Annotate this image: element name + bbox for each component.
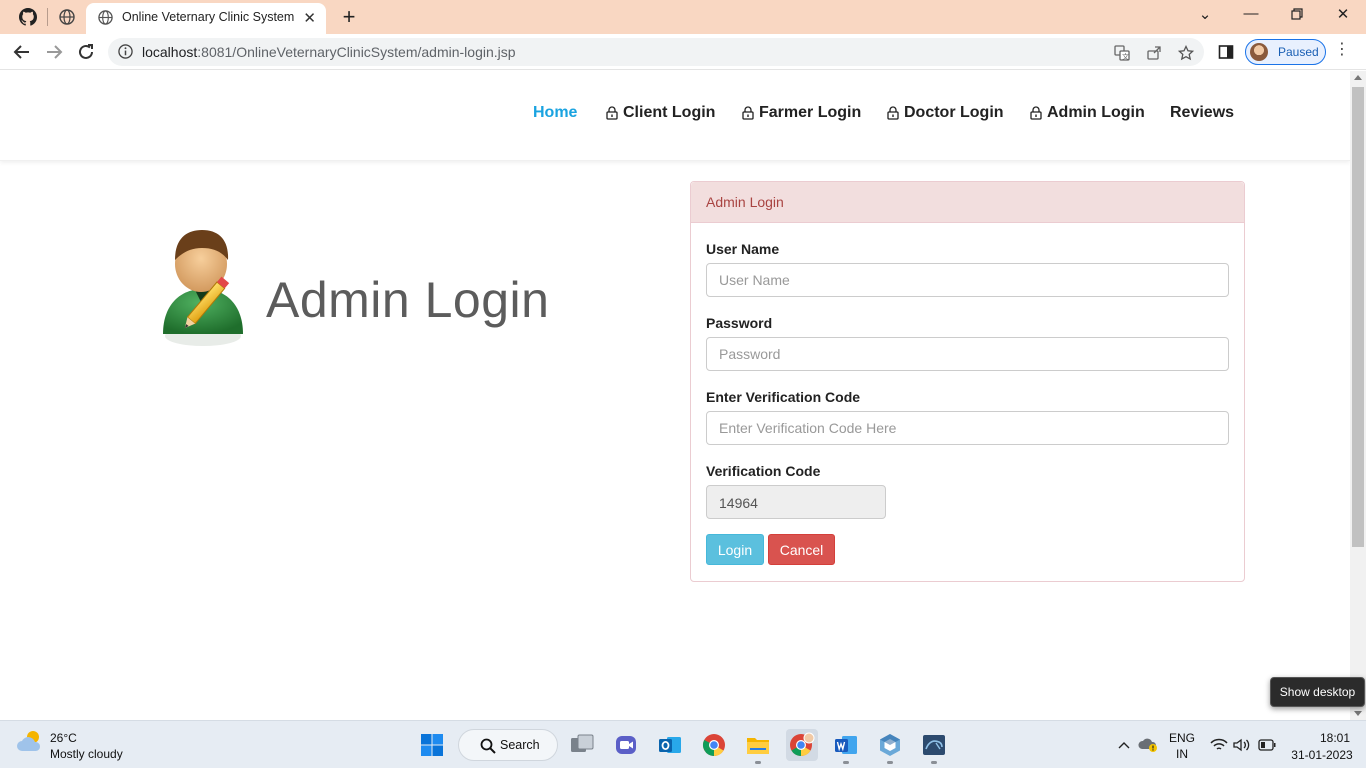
share-icon[interactable]	[1145, 44, 1163, 62]
page-scrollbar[interactable]	[1350, 71, 1366, 720]
translate-icon[interactable]: 文	[1113, 44, 1131, 62]
chevron-up-icon[interactable]	[1114, 729, 1134, 761]
site-navbar: Home Client Login Farmer Login Doctor Lo…	[0, 71, 1350, 161]
volume-icon[interactable]	[1231, 729, 1253, 761]
onedrive-warning-icon[interactable]	[1136, 729, 1160, 761]
admin-login-hero: Admin Login	[155, 216, 555, 351]
username-input[interactable]	[706, 263, 1229, 297]
nav-home-label: Home	[533, 104, 578, 121]
taskbar-search[interactable]: Search	[458, 729, 558, 761]
mysql-workbench-icon[interactable]	[918, 729, 950, 764]
nav-doctor-login-label: Doctor Login	[904, 104, 1004, 121]
profile-status-label: Paused	[1278, 45, 1319, 59]
url-text: localhost:8081/OnlineVeternaryClinicSyst…	[142, 44, 516, 60]
browser-menu-icon[interactable]: ⋮	[1334, 42, 1350, 58]
search-icon	[480, 738, 496, 754]
wifi-icon[interactable]	[1208, 729, 1230, 761]
address-bar[interactable]: localhost:8081/OnlineVeternaryClinicSyst…	[108, 38, 1204, 66]
bookmark-star-icon[interactable]	[1177, 44, 1195, 62]
language-code: ENG	[1168, 731, 1195, 745]
start-windows-icon[interactable]	[416, 729, 448, 761]
verification-code-value: 14964	[706, 485, 886, 519]
chrome-icon[interactable]	[698, 729, 730, 761]
nav-farmer-login[interactable]: Farmer Login	[742, 104, 861, 122]
word-icon[interactable]	[830, 729, 862, 764]
clock[interactable]: 18:01 31-01-2023	[1288, 731, 1356, 762]
nav-reviews-label: Reviews	[1170, 104, 1235, 121]
clock-time: 18:01	[1319, 731, 1350, 745]
page-viewport: Home Client Login Farmer Login Doctor Lo…	[0, 71, 1350, 720]
side-panel-icon[interactable]	[1214, 40, 1238, 64]
clock-date: 31-01-2023	[1291, 748, 1353, 762]
scroll-up-arrow-icon[interactable]	[1354, 75, 1362, 80]
browser-toolbar: localhost:8081/OnlineVeternaryClinicSyst…	[0, 34, 1366, 70]
restore-icon[interactable]	[1287, 5, 1307, 24]
globe-icon	[98, 10, 113, 30]
nav-home[interactable]: Home	[533, 104, 577, 122]
avatar	[1250, 43, 1268, 61]
cancel-button[interactable]: Cancel	[768, 534, 835, 565]
search-label: Search	[500, 738, 540, 752]
cloudy-weather-icon	[17, 731, 41, 751]
verification-code-entry-label: Enter Verification Code	[706, 389, 861, 405]
region-code: IN	[1176, 747, 1188, 761]
nav-farmer-login-label: Farmer Login	[759, 104, 862, 121]
taskbar: 26°C Mostly cloudy Search ENG IN 18:01 3…	[0, 720, 1366, 768]
weather-condition: Mostly cloudy	[50, 747, 123, 761]
language-indicator[interactable]: ENG IN	[1164, 731, 1200, 761]
login-button[interactable]: Login	[706, 534, 764, 565]
github-tab-icon[interactable]	[18, 7, 38, 27]
lock-icon	[606, 106, 618, 120]
svg-text:文: 文	[1122, 52, 1129, 61]
active-tab[interactable]: Online Veternary Clinic System ✕	[86, 3, 326, 34]
tab-separator	[47, 8, 48, 26]
nav-reviews[interactable]: Reviews	[1170, 104, 1234, 122]
scrollbar-thumb[interactable]	[1352, 87, 1364, 547]
lock-icon	[742, 106, 754, 120]
task-view-icon[interactable]	[566, 729, 598, 761]
lock-icon	[887, 106, 899, 120]
password-label: Password	[706, 315, 773, 331]
new-tab-icon[interactable]: +	[338, 4, 360, 30]
nav-client-login[interactable]: Client Login	[606, 104, 715, 122]
weather-temp: 26°C	[50, 731, 77, 745]
tab-search-chevron-icon[interactable]: ⌄	[1195, 5, 1215, 23]
tab-title: Online Veternary Clinic System	[122, 10, 295, 24]
forward-icon[interactable]	[42, 40, 66, 64]
back-icon[interactable]	[10, 40, 34, 64]
site-info-icon[interactable]	[118, 44, 133, 64]
nav-client-login-label: Client Login	[623, 104, 716, 121]
password-input[interactable]	[706, 337, 1229, 371]
close-tab-icon[interactable]: ✕	[303, 9, 316, 27]
close-window-icon[interactable]: ✕	[1333, 5, 1353, 23]
teams-chat-icon[interactable]	[610, 729, 642, 761]
admin-login-panel: Admin Login User Name Password Enter Ver…	[690, 181, 1245, 582]
virtualbox-icon[interactable]	[874, 729, 906, 764]
weather-widget[interactable]: 26°C Mostly cloudy	[16, 729, 123, 761]
globe-tab-icon[interactable]	[57, 7, 77, 27]
nav-admin-login-label: Admin Login	[1047, 104, 1145, 121]
outlook-icon[interactable]	[654, 729, 686, 761]
scroll-down-arrow-icon[interactable]	[1354, 711, 1362, 716]
browser-tab-strip: Online Veternary Clinic System ✕ + ⌄ — ✕	[0, 0, 1366, 34]
panel-heading: Admin Login	[691, 182, 1244, 223]
hero-title: Admin Login	[266, 272, 550, 328]
chrome-profile-icon[interactable]	[786, 729, 818, 761]
nav-admin-login[interactable]: Admin Login	[1030, 104, 1145, 122]
lock-icon	[1030, 106, 1042, 120]
admin-user-icon	[163, 230, 243, 346]
verification-code-input[interactable]	[706, 411, 1229, 445]
show-desktop-tooltip: Show desktop	[1270, 677, 1365, 707]
file-explorer-icon[interactable]	[742, 729, 774, 764]
username-label: User Name	[706, 241, 780, 257]
reload-icon[interactable]	[74, 40, 98, 64]
profile-button[interactable]: Paused	[1245, 39, 1326, 65]
battery-icon[interactable]	[1256, 729, 1278, 761]
nav-doctor-login[interactable]: Doctor Login	[887, 104, 1004, 122]
minimize-icon[interactable]: —	[1241, 5, 1261, 22]
verification-code-label: Verification Code	[706, 463, 821, 479]
